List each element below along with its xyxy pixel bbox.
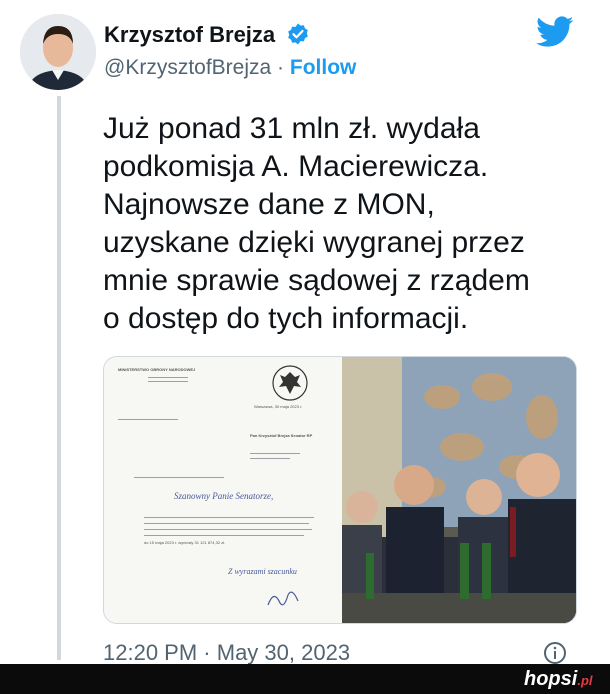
press-conference-photo [342,357,576,623]
doc-line [144,535,304,536]
watermark-logo: hopsi.pl [524,668,593,691]
ministry-letter-image: MINISTERSTWO OBRONY NARODOWEJ Warszawa, … [104,357,342,623]
twitter-bird-icon[interactable] [536,16,574,48]
watermark-brand: hopsi [524,668,578,690]
doc-line [148,377,188,378]
doc-city-date: Warszawa, 30 maja 2023 r. [254,404,303,409]
author-handle[interactable]: @KrzysztofBrejza [104,56,271,79]
follow-button[interactable]: Follow [290,56,357,79]
author-handle-row: @KrzysztofBrejza · Follow [104,56,356,80]
doc-line [144,517,314,518]
watermark-bar [0,664,610,694]
watermark-tld: .pl [577,673,593,688]
doc-line [250,453,300,454]
doc-line [250,458,290,459]
author-name[interactable]: Krzysztof Brejza [104,22,275,48]
signature-icon [267,591,299,606]
handle-separator: · [277,56,285,79]
tweet-date[interactable]: May 30, 2023 [217,640,350,665]
doc-header: MINISTERSTWO OBRONY NARODOWEJ [118,367,196,372]
doc-line [144,523,309,524]
verified-badge-icon [288,23,308,45]
tweet-time[interactable]: 12:20 PM [103,640,197,665]
tweet-media[interactable]: MINISTERSTWO OBRONY NARODOWEJ Warszawa, … [103,356,577,624]
thread-line [57,96,61,660]
doc-salutation: Szanowny Panie Senatorze, [174,491,274,501]
doc-recipient: Pan Krzysztof Brejza Senator RP [250,433,313,438]
doc-line [134,477,224,478]
doc-amount-line: do 15 maja 2023 r. wyniosły 31 121 874,3… [144,540,226,545]
avatar-portrait [20,14,96,90]
photo-scene [342,357,576,623]
tweet-text: Już ponad 31 mln zł. wydała podkomisja A… [103,112,530,335]
doc-line [144,529,312,530]
info-icon[interactable] [543,641,567,665]
doc-line [118,419,178,420]
date-separator: · [203,640,211,665]
tweet-timestamp-row: 12:20 PM · May 30, 2023 [103,640,350,666]
doc-closing: Z wyrazami szacunku [228,567,297,576]
eagle-emblem-icon [272,365,308,401]
avatar[interactable] [20,14,96,90]
doc-line [148,381,188,382]
